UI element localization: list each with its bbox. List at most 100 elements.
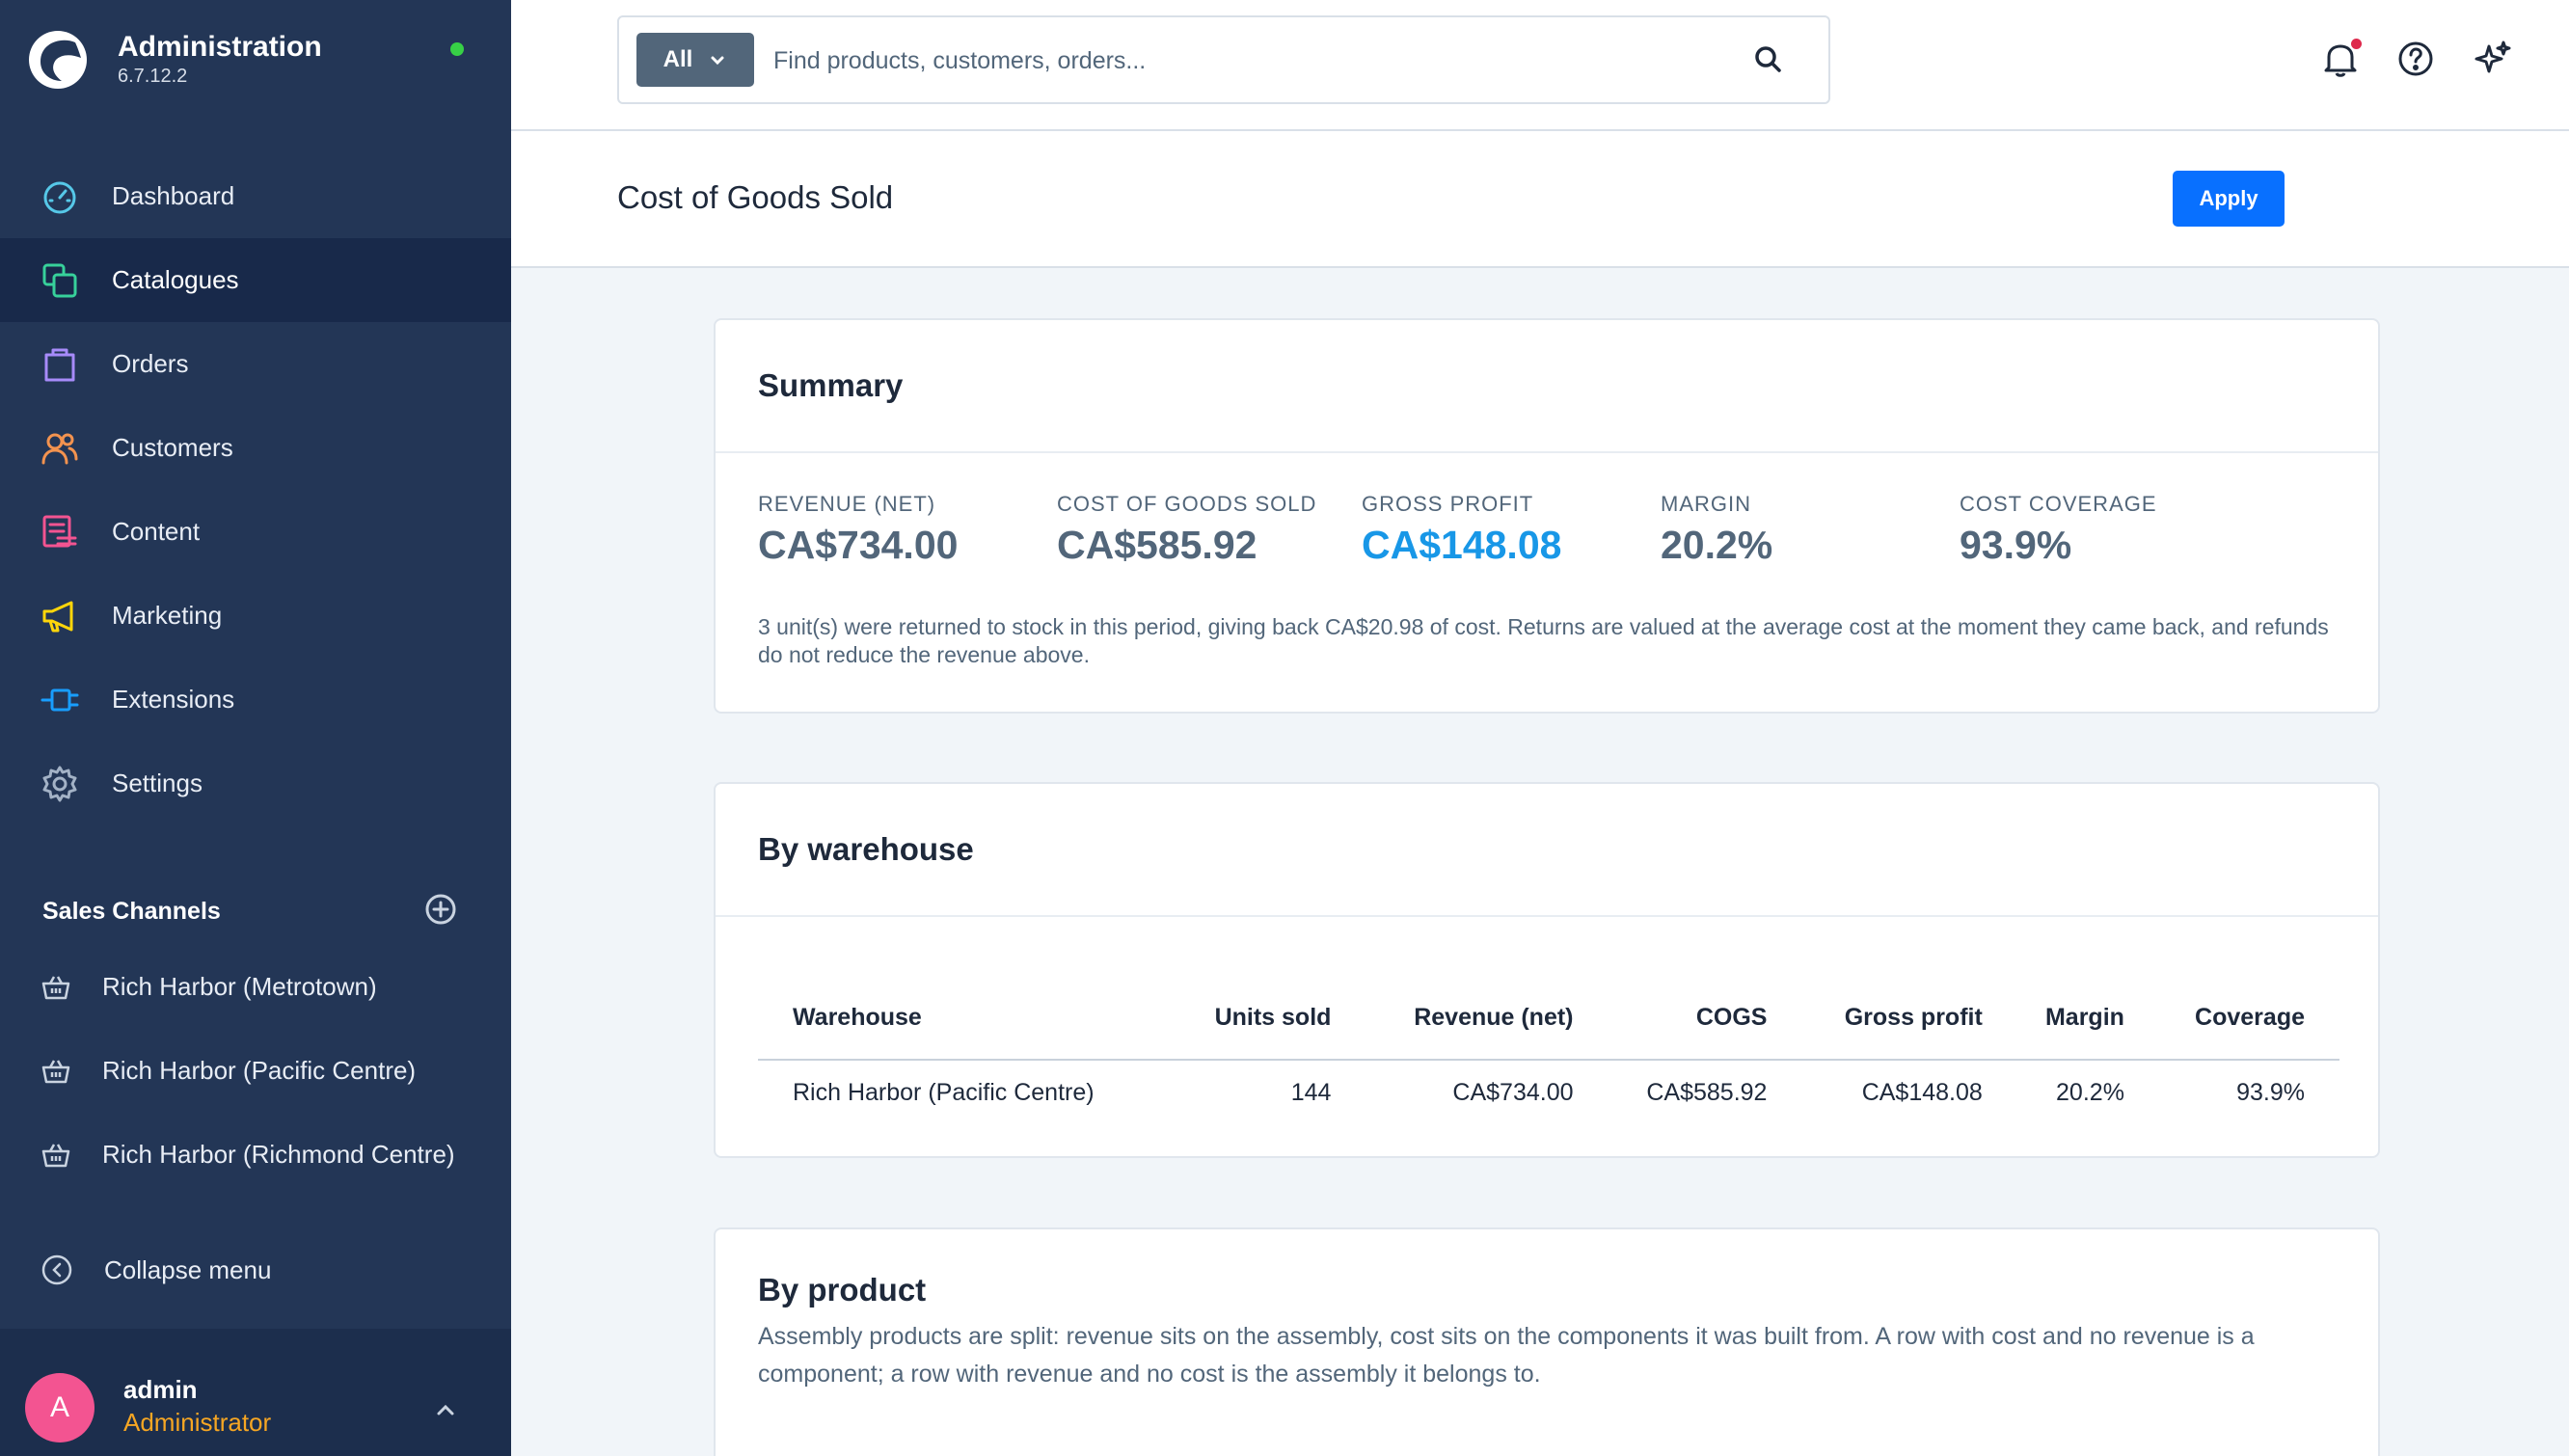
search-icon[interactable] bbox=[1751, 42, 1786, 77]
basket-icon bbox=[41, 1059, 70, 1083]
sidebar: Administration 6.7.12.2 Dashboard Catalo… bbox=[0, 0, 511, 1456]
sales-channel-label: Rich Harbor (Pacific Centre) bbox=[102, 1056, 417, 1085]
nav-item-label: Catalogues bbox=[112, 265, 239, 294]
marketing-icon bbox=[41, 597, 79, 635]
by-warehouse-title: By warehouse bbox=[716, 784, 2378, 917]
metric-value: CA$148.08 bbox=[1362, 523, 1562, 567]
table-cell: 93.9% bbox=[2236, 1079, 2305, 1106]
metric-label: GROSS PROFIT bbox=[1362, 492, 1534, 516]
user-name: admin bbox=[123, 1375, 198, 1404]
table-row: Rich Harbor (Pacific Centre) 144 CA$734.… bbox=[758, 1060, 2339, 1125]
main-navigation: Dashboard Catalogues Orders Customers Co… bbox=[0, 154, 511, 825]
nav-item-dashboard[interactable]: Dashboard bbox=[0, 154, 511, 238]
metric-margin: MARGIN 20.2% bbox=[1661, 492, 1772, 568]
collapse-menu-label: Collapse menu bbox=[104, 1254, 272, 1284]
apply-button[interactable]: Apply bbox=[2173, 171, 2285, 227]
nav-item-label: Extensions bbox=[112, 685, 235, 714]
content-icon bbox=[41, 513, 79, 552]
metric-label: REVENUE (NET) bbox=[758, 492, 936, 516]
status-online-indicator bbox=[450, 42, 464, 56]
table-cell: CA$734.00 bbox=[1452, 1079, 1574, 1106]
brand[interactable]: Administration 6.7.12.2 bbox=[27, 29, 322, 91]
notification-badge bbox=[2351, 39, 2362, 49]
metric-cogs: COST OF GOODS SOLD CA$585.92 bbox=[1057, 492, 1316, 568]
collapse-menu-button[interactable]: Collapse menu bbox=[41, 1254, 271, 1286]
nav-item-label: Settings bbox=[112, 768, 203, 797]
help-icon[interactable] bbox=[2395, 39, 2436, 79]
by-product-note: Assembly products are split: revenue sit… bbox=[758, 1323, 2255, 1388]
column-header: Units sold bbox=[1176, 977, 1366, 1061]
app-version: 6.7.12.2 bbox=[118, 66, 188, 87]
nav-item-catalogues[interactable]: Catalogues bbox=[0, 238, 511, 322]
metric-revenue: REVENUE (NET) CA$734.00 bbox=[758, 492, 958, 568]
extensions-icon bbox=[41, 681, 79, 719]
ai-sparkle-icon[interactable] bbox=[2473, 39, 2513, 79]
column-header: Warehouse bbox=[758, 977, 1177, 1061]
sales-channel-label: Rich Harbor (Metrotown) bbox=[102, 972, 377, 1001]
nav-item-content[interactable]: Content bbox=[0, 490, 511, 574]
search-type-dropdown[interactable]: All bbox=[636, 33, 754, 87]
nav-item-label: Customers bbox=[112, 433, 233, 462]
table-cell: CA$148.08 bbox=[1861, 1079, 1983, 1106]
table-header-row: Warehouse Units sold Revenue (net) COGS … bbox=[758, 977, 2339, 1061]
table-cell: 20.2% bbox=[2056, 1079, 2124, 1106]
table-cell: 144 bbox=[1290, 1079, 1332, 1106]
metric-value: CA$734.00 bbox=[758, 523, 959, 567]
metric-cost-coverage: COST COVERAGE 93.9% bbox=[1960, 492, 2157, 568]
chevron-down-icon bbox=[711, 56, 724, 66]
warehouse-table: Warehouse Units sold Revenue (net) COGS … bbox=[758, 977, 2339, 1125]
nav-item-settings[interactable]: Settings bbox=[0, 741, 511, 825]
summary-title: Summary bbox=[716, 320, 2378, 453]
user-role: Administrator bbox=[123, 1408, 272, 1437]
metric-label: COST COVERAGE bbox=[1960, 492, 2157, 516]
metric-label: MARGIN bbox=[1661, 492, 1751, 516]
chevron-up-icon[interactable] bbox=[432, 1396, 459, 1423]
nav-item-orders[interactable]: Orders bbox=[0, 322, 511, 406]
sales-channel-item[interactable]: Rich Harbor (Metrotown) bbox=[0, 945, 511, 1029]
avatar: A bbox=[25, 1373, 95, 1443]
nav-item-label: Marketing bbox=[112, 601, 223, 630]
metric-label: COST OF GOODS SOLD bbox=[1057, 492, 1317, 516]
metric-value: 93.9% bbox=[1960, 523, 2072, 567]
search-type-label: All bbox=[663, 46, 693, 72]
summary-card: Summary REVENUE (NET) CA$734.00 COST OF … bbox=[714, 318, 2380, 714]
settings-icon bbox=[41, 765, 79, 803]
global-search: All bbox=[617, 15, 1830, 104]
user-menu[interactable]: A admin Administrator bbox=[0, 1329, 511, 1456]
sales-channels-title: Sales Channels bbox=[42, 898, 221, 925]
sales-channel-list: Rich Harbor (Metrotown) Rich Harbor (Pac… bbox=[0, 945, 511, 1197]
page-header: Cost of Goods Sold Apply bbox=[511, 131, 2569, 268]
sales-channel-item[interactable]: Rich Harbor (Pacific Centre) bbox=[0, 1029, 511, 1113]
search-input[interactable] bbox=[773, 35, 1718, 87]
nav-item-extensions[interactable]: Extensions bbox=[0, 658, 511, 741]
metric-gross-profit: GROSS PROFIT CA$148.08 bbox=[1362, 492, 1561, 568]
by-warehouse-card: By warehouse Warehouse Units sold Revenu… bbox=[714, 782, 2380, 1158]
page-title: Cost of Goods Sold bbox=[617, 179, 894, 215]
column-header: Margin bbox=[2016, 977, 2159, 1061]
app-title: Administration bbox=[118, 31, 322, 63]
top-bar: All bbox=[511, 0, 2569, 131]
by-product-title: By product bbox=[758, 1272, 927, 1308]
customers-icon bbox=[41, 429, 79, 468]
column-header: Revenue (net) bbox=[1366, 977, 1609, 1061]
nav-item-marketing[interactable]: Marketing bbox=[0, 574, 511, 658]
dashboard-icon bbox=[41, 177, 79, 216]
summary-note: 3 unit(s) were returned to stock in this… bbox=[758, 614, 2329, 667]
sales-channel-item[interactable]: Rich Harbor (Richmond Centre) bbox=[0, 1113, 511, 1197]
table-cell: CA$585.92 bbox=[1646, 1079, 1768, 1106]
nav-item-label: Dashboard bbox=[112, 181, 235, 210]
basket-icon bbox=[41, 1143, 70, 1167]
orders-icon bbox=[41, 345, 79, 384]
add-sales-channel-button[interactable] bbox=[424, 893, 457, 930]
shopware-logo-icon bbox=[29, 31, 87, 89]
chevron-left-circle-icon bbox=[41, 1254, 72, 1285]
basket-icon bbox=[41, 975, 70, 999]
sales-channels-header: Sales Channels bbox=[42, 893, 457, 930]
metric-value: CA$585.92 bbox=[1057, 523, 1257, 567]
plus-circle-icon bbox=[425, 894, 456, 925]
metric-value: 20.2% bbox=[1661, 523, 1773, 567]
column-header: Coverage bbox=[2158, 977, 2339, 1061]
nav-item-customers[interactable]: Customers bbox=[0, 406, 511, 490]
by-product-card: By product Assembly products are split: … bbox=[714, 1227, 2380, 1456]
column-header: COGS bbox=[1608, 977, 1802, 1061]
